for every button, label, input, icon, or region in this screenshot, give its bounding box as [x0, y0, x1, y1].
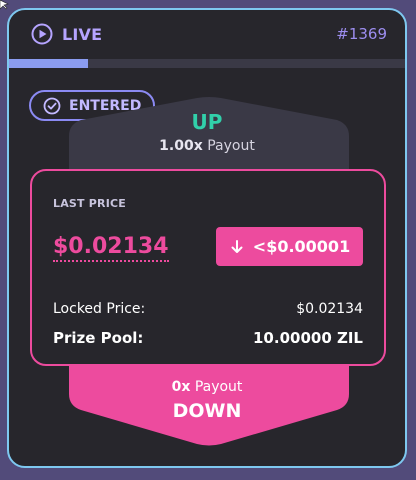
- locked-price-row: Locked Price: $0.02134: [53, 301, 363, 317]
- play-circle-icon: [31, 23, 53, 45]
- up-payout: 1.00x Payout: [9, 138, 405, 154]
- prediction-round-card[interactable]: LIVE #1369 ENTERED UP 1.00x Payout 0x Pa…: [7, 8, 407, 468]
- locked-price-value: $0.02134: [296, 301, 363, 317]
- prize-pool-label: Prize Pool:: [53, 329, 144, 347]
- live-label: LIVE: [62, 24, 103, 44]
- prize-pool-row: Prize Pool: 10.00000 ZIL: [53, 329, 363, 347]
- price-change-badge: <$0.00001: [216, 227, 363, 266]
- round-progress-bar: [9, 59, 405, 68]
- prize-pool-value: 10.00000 ZIL: [253, 329, 363, 347]
- arrow-down-icon: [229, 239, 245, 255]
- down-payout-label: Payout: [194, 379, 243, 395]
- up-label: UP: [191, 110, 223, 134]
- last-price-value[interactable]: $0.02134: [53, 234, 169, 262]
- price-change-value: <$0.00001: [252, 237, 351, 256]
- round-progress-fill: [9, 59, 89, 68]
- price-panel: LAST PRICE $0.02134 <$0.00001 Locked Pri…: [30, 169, 386, 366]
- down-label: DOWN: [172, 400, 242, 422]
- round-epoch: #1369: [336, 25, 387, 43]
- up-multiplier: 1.00x: [159, 138, 203, 154]
- down-multiplier: 0x: [171, 379, 191, 395]
- mouse-cursor-icon: [0, 0, 9, 10]
- down-payout: 0x Payout: [9, 379, 405, 395]
- locked-price-label: Locked Price:: [53, 301, 146, 317]
- live-status: LIVE: [31, 23, 102, 45]
- round-header: LIVE #1369: [9, 10, 405, 58]
- up-payout-label: Payout: [207, 138, 255, 154]
- last-price-title: LAST PRICE: [53, 197, 126, 210]
